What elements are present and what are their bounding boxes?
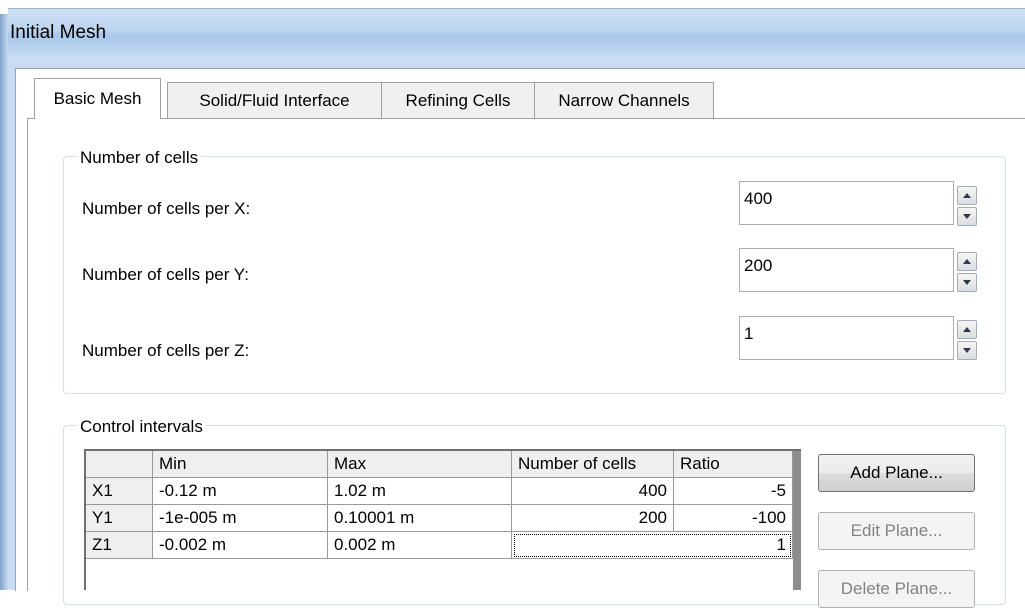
spin-down-button[interactable] — [957, 207, 977, 226]
table-vertical-scrollbar[interactable] — [793, 451, 801, 590]
tab-solid-fluid-interface[interactable]: Solid/Fluid Interface — [167, 82, 382, 118]
cell-number-of-cells[interactable]: 200 — [512, 505, 674, 532]
column-header-min[interactable]: Min — [153, 451, 328, 478]
cell-ratio[interactable]: -5 — [674, 478, 793, 505]
cell-max[interactable]: 0.10001 m — [328, 505, 512, 532]
cell-max[interactable]: 1.02 m — [328, 478, 512, 505]
cells-per-y-spinner[interactable] — [957, 252, 977, 292]
cells-per-z-label: Number of cells per Z: — [82, 341, 250, 360]
column-header-ratio[interactable]: Ratio — [674, 451, 793, 478]
cell-ratio[interactable]: -100 — [674, 505, 793, 532]
tab-label: Basic Mesh — [53, 89, 142, 108]
column-header-max[interactable]: Max — [328, 451, 512, 478]
cell-max[interactable]: 0.002 m — [328, 532, 512, 559]
cell-min[interactable]: -0.002 m — [153, 532, 328, 559]
cells-per-y-label: Number of cells per Y: — [82, 265, 249, 284]
number-of-cells-group-label: Number of cells — [77, 148, 202, 168]
window-title: Initial Mesh — [10, 22, 107, 43]
spin-up-button[interactable] — [957, 252, 977, 271]
tab-refining-cells[interactable]: Refining Cells — [381, 82, 535, 118]
arrow-up-icon — [963, 259, 971, 264]
cells-per-z-spinner[interactable] — [957, 320, 977, 360]
spin-up-button[interactable] — [957, 186, 977, 205]
cell-min[interactable]: -1e-005 m — [153, 505, 328, 532]
add-plane-button[interactable]: Add Plane... — [818, 454, 975, 492]
row-header-x1[interactable]: X1 — [86, 478, 153, 505]
column-header-row-name[interactable] — [86, 451, 153, 478]
spin-up-button[interactable] — [957, 320, 977, 339]
spin-down-button[interactable] — [957, 273, 977, 292]
tab-basic-mesh[interactable]: Basic Mesh — [34, 78, 161, 119]
arrow-down-icon — [963, 214, 971, 219]
row-header-z1[interactable]: Z1 — [86, 532, 153, 559]
arrow-down-icon — [963, 348, 971, 353]
tab-narrow-channels[interactable]: Narrow Channels — [534, 82, 714, 118]
cell-number-of-cells-focused[interactable]: 1 — [512, 532, 793, 559]
arrow-down-icon — [963, 280, 971, 285]
cells-per-y-input[interactable]: 200 — [739, 248, 954, 292]
arrow-up-icon — [963, 327, 971, 332]
edit-plane-button[interactable]: Edit Plane... — [818, 512, 975, 550]
control-intervals-group-label: Control intervals — [77, 417, 206, 437]
spin-down-button[interactable] — [957, 341, 977, 360]
control-intervals-table[interactable]: Min Max Number of cells Ratio X1 -0.12 m… — [84, 449, 801, 590]
tab-label: Solid/Fluid Interface — [199, 91, 350, 110]
delete-plane-button[interactable]: Delete Plane... — [818, 570, 975, 608]
cells-per-x-spinner[interactable] — [957, 186, 977, 226]
cell-min[interactable]: -0.12 m — [153, 478, 328, 505]
title-bar[interactable]: Initial Mesh — [8, 8, 1025, 57]
cells-per-z-input[interactable]: 1 — [739, 316, 954, 360]
cell-number-of-cells[interactable]: 400 — [512, 478, 674, 505]
cell-ratio-value: 1 — [776, 535, 786, 554]
cells-per-x-label: Number of cells per X: — [82, 199, 251, 218]
tab-label: Narrow Channels — [558, 91, 690, 110]
row-header-y1[interactable]: Y1 — [86, 505, 153, 532]
tab-label: Refining Cells — [405, 91, 511, 110]
cells-per-x-input[interactable]: 400 — [739, 181, 954, 225]
arrow-up-icon — [963, 193, 971, 198]
window-frame-edge — [0, 14, 8, 590]
column-header-number-of-cells[interactable]: Number of cells — [512, 451, 674, 478]
